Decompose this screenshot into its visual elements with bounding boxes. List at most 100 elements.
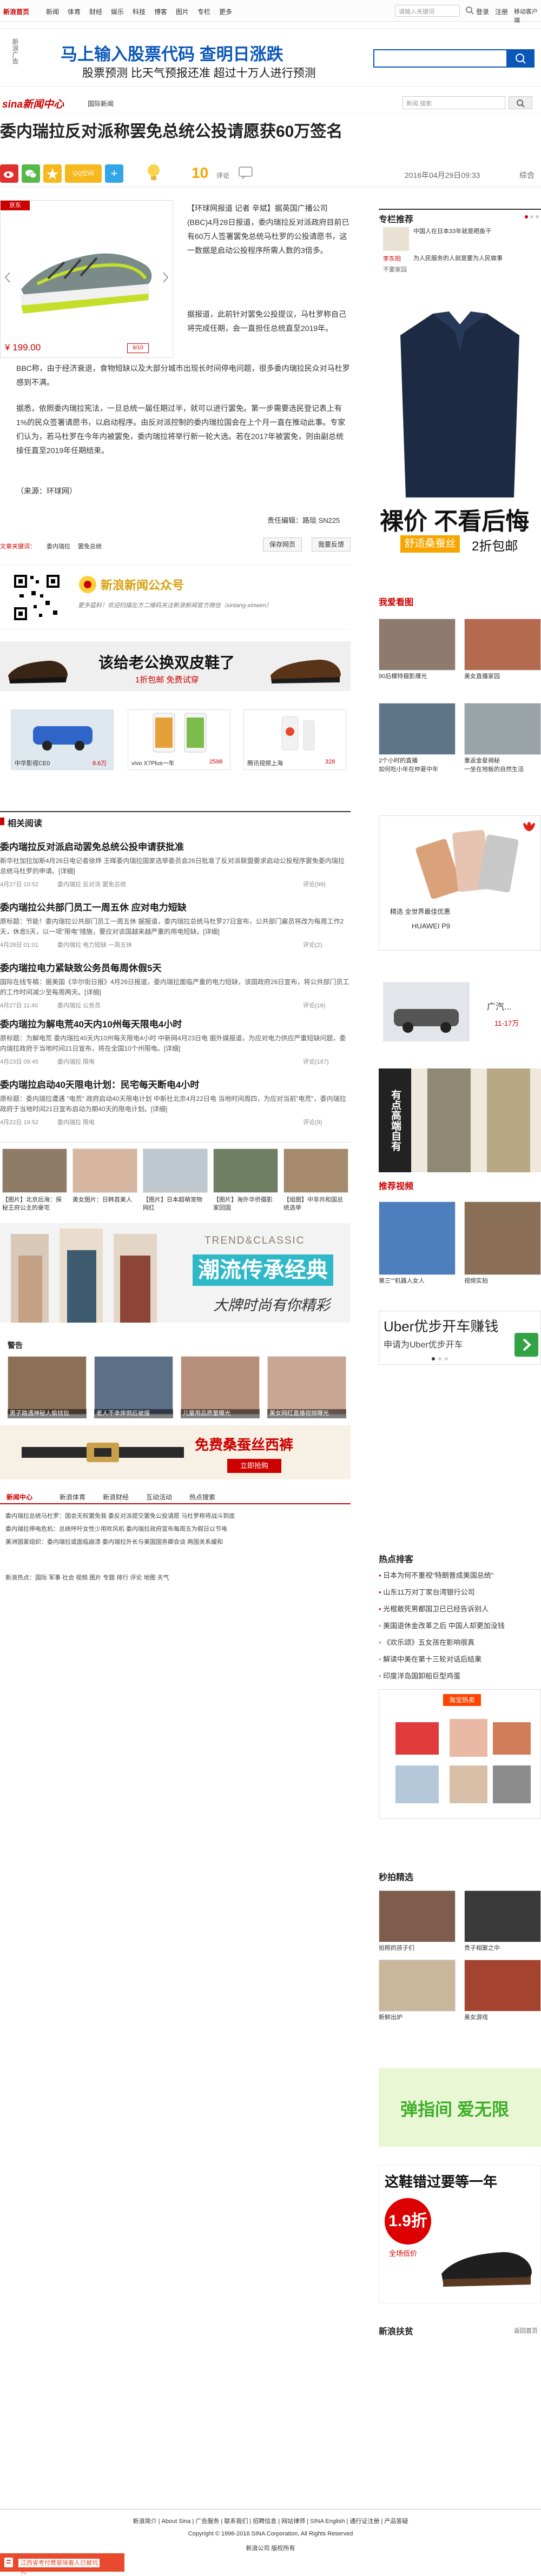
breadcrumb[interactable]: 国际新闻	[88, 99, 114, 108]
car-ad[interactable]: 广汽... 11-17万	[379, 978, 541, 1048]
uber-ad[interactable]: Uber优步开车赚钱 申请为Uber优步开车	[379, 1311, 541, 1365]
footer-link-line[interactable]: 委内瑞拉总统马杜罗：国会无权罢免我 委反对派提交罢免公投请愿 马杜罗称将战斗到底	[5, 1511, 346, 1522]
related-comments[interactable]: 评论(9)	[303, 1118, 322, 1126]
keyword-link[interactable]: 罢免总统	[78, 542, 102, 550]
login-link[interactable]: 登录	[476, 7, 489, 16]
hot-item[interactable]: • 美国退休金改革之后 中国人却更加没钱	[379, 1617, 541, 1634]
hot-item[interactable]: • 解读中美在第十三轮对话后结果	[379, 1651, 541, 1668]
photo-thumb[interactable]	[2, 1148, 67, 1193]
watch-thumb[interactable]	[464, 703, 541, 755]
nav-item-more[interactable]: 更多	[219, 7, 232, 16]
leather-shoes-ad[interactable]: 该给老公换双皮鞋了 1折包邮 免费试穿	[0, 641, 351, 691]
columnist-name[interactable]: 李东阳	[383, 254, 401, 263]
watch-thumb[interactable]	[379, 619, 456, 670]
sina-news-logo[interactable]: sina新闻中心	[2, 96, 64, 111]
photo-thumb[interactable]	[213, 1148, 278, 1193]
wechat-share-icon[interactable]	[22, 164, 40, 183]
keyword-link[interactable]: 委内瑞拉	[47, 542, 70, 550]
nav-item-news[interactable]: 新闻	[46, 7, 59, 16]
hot-item[interactable]: • 《欢乐颂》五女孩在影响很真	[379, 1634, 541, 1651]
footer-tab[interactable]: 新浪财经	[103, 1492, 129, 1502]
ad-tile-car[interactable]: 中华影视CE0 8.6万	[11, 709, 114, 770]
second-caption[interactable]: 拍照的孩子们	[379, 1944, 456, 1953]
save-page-button[interactable]: 保存网页	[263, 537, 302, 552]
second-thumb[interactable]	[464, 1960, 541, 2011]
related-comments[interactable]: 评论(2)	[303, 940, 322, 949]
warning-thumb[interactable]	[181, 1356, 260, 1415]
warning-caption[interactable]: 男子路遇神秘人偷钱包	[8, 1409, 87, 1418]
related-tags[interactable]: 委内瑞拉 限电	[57, 1057, 95, 1066]
watch-caption[interactable]: 美女直播家园	[464, 673, 541, 681]
footer-tab[interactable]: 互动活动	[146, 1492, 172, 1502]
qzone-share-icon[interactable]	[43, 164, 62, 183]
related-item[interactable]: 委内瑞拉启动40天限电计划：民宅每天断电4小时 原标题：委内瑞拉遭遇 "电荒" …	[0, 1077, 351, 1126]
second-thumb[interactable]	[379, 1890, 456, 1942]
watch-caption[interactable]: 重返金星揭秘	[464, 757, 541, 765]
news-search-input[interactable]: 新闻 搜索	[403, 96, 505, 109]
video-thumb[interactable]	[464, 1201, 541, 1275]
related-title[interactable]: 委内瑞拉为解电荒40天内10州每天限电4小时	[0, 1017, 351, 1030]
columnist-name[interactable]: 不要家园	[383, 265, 407, 274]
related-comments[interactable]: 评论(99)	[303, 880, 326, 888]
search-icon[interactable]	[465, 6, 474, 15]
xinlang-more-link[interactable]: 返回首页	[514, 2326, 538, 2335]
carousel-dots[interactable]	[431, 1357, 453, 1361]
photo-caption[interactable]: 【图片】海外华侨摄影家回国	[213, 1196, 278, 1212]
related-comments[interactable]: 评论(167)	[303, 1057, 329, 1066]
photo-thumb[interactable]	[143, 1148, 208, 1193]
fashion-ad[interactable]: TREND&CLASSIC 潮流传承经典 大牌时尚有你精彩	[0, 1223, 351, 1323]
hot-item[interactable]: • 山东11万对丁家台湾银行公司	[379, 1584, 541, 1601]
warning-caption[interactable]: 儿童用品质量曝光	[181, 1409, 260, 1418]
pants-ad[interactable]: 有点高端自有	[379, 1068, 541, 1172]
nav-item-tech[interactable]: 科技	[133, 7, 146, 16]
watch-thumb[interactable]	[379, 703, 456, 755]
footer-tab[interactable]: 新闻中心	[6, 1492, 32, 1502]
nav-item-blog[interactable]: 博客	[154, 7, 167, 16]
related-tags[interactable]: 委内瑞拉 电力短缺 一周五休	[57, 940, 132, 949]
buy-now-button[interactable]: 立即抢购	[227, 1459, 281, 1473]
columnist-avatar[interactable]	[383, 227, 409, 251]
footer-link-line[interactable]: 委内瑞拉停电危机：总统呼吁女性少用吹风机 委内瑞拉政府宣布每周五为假日以节电	[5, 1524, 346, 1535]
warning-thumb[interactable]	[267, 1356, 346, 1415]
footer-link-line[interactable]: 新浪热点：国际 军事 社会 视频 图片 专题 排行 评论 地图 天气	[5, 1572, 346, 1583]
comment-count[interactable]: 10	[192, 164, 208, 182]
hot-item[interactable]: • 日本为何不重视"特朗普成美国总统"	[379, 1567, 541, 1584]
related-title[interactable]: 委内瑞拉启动40天限电计划：民宅每天断电4小时	[0, 1077, 351, 1091]
related-comments[interactable]: 评论(16)	[303, 1001, 326, 1010]
related-item[interactable]: 委内瑞拉反对派启动罢免总统公投申请获批准 新华社加拉加斯4月26日电记者徐烨 王…	[0, 839, 351, 888]
footer-tab[interactable]: 热点搜索	[189, 1492, 215, 1502]
shoes-sale-ad[interactable]: 这鞋错过要等一年 1.9折 全场低价	[379, 2165, 541, 2303]
mobile-client-link[interactable]: 移动客户端	[514, 7, 541, 24]
game-ad[interactable]: 弹指间 爱无限	[379, 2068, 541, 2147]
second-thumb[interactable]	[464, 1890, 541, 1942]
ad-tile-product[interactable]: 腾讯视频上海 328	[243, 709, 346, 770]
video-thumb[interactable]	[379, 1201, 456, 1275]
nav-item-sports[interactable]: 体育	[68, 7, 81, 16]
register-link[interactable]: 注册	[495, 7, 508, 16]
banner-query-button[interactable]	[507, 49, 535, 68]
nav-item-ent[interactable]: 娱乐	[111, 7, 124, 16]
photo-thumb[interactable]	[283, 1148, 348, 1193]
prev-arrow-icon[interactable]	[4, 271, 11, 284]
photo-caption[interactable]: 【图片】北京后海：探秘王府公主的豪宅	[2, 1196, 67, 1212]
watch-caption[interactable]: 一坐在地板的自然生活	[464, 766, 541, 774]
second-caption[interactable]: 美女游戏	[464, 2014, 541, 2022]
footer-links[interactable]: 新浪简介 | About Sina | 广告服务 | 联系我们 | 招聘信息 |…	[0, 2517, 541, 2525]
shirt-ad[interactable]: 裸价 不看后悔 舒适桑蚕丝 2折包邮	[379, 292, 541, 562]
hot-item[interactable]: • 印度洋岛国卸船巨型鸡蛋	[379, 1668, 541, 1684]
related-title[interactable]: 委内瑞拉反对派启动罢免总统公投申请获批准	[0, 839, 351, 853]
related-title[interactable]: 委内瑞拉公共部门员工一周五休 应对电力短缺	[0, 900, 351, 913]
photo-caption[interactable]: 【组图】中非共和国总统选举	[283, 1196, 348, 1212]
bottom-fixed-bar[interactable]: 江西省考付费意味着人已被坑死	[0, 2553, 124, 2575]
nav-item-column[interactable]: 专栏	[197, 7, 210, 16]
next-arrow-icon[interactable]	[162, 271, 169, 284]
huawei-ad[interactable]: 精选 全世界最佳优惠 HUAWEI P9	[379, 815, 541, 951]
related-item[interactable]: 委内瑞拉公共部门员工一周五休 应对电力短缺 原标题：节能！委内瑞拉公共部门员工一…	[0, 900, 351, 949]
ad-tile-phone[interactable]: vivo X7Plus一年 2598	[128, 709, 230, 770]
video-caption[interactable]: 第三""机器人女人	[379, 1277, 456, 1285]
video-caption[interactable]: 视频实拍	[464, 1277, 541, 1285]
qzone-share-button[interactable]: QQ空间	[65, 164, 102, 183]
related-tags[interactable]: 委内瑞拉 反对派 罢免总统	[57, 880, 126, 888]
carousel-dots[interactable]	[524, 214, 540, 220]
more-share-button[interactable]: +	[105, 164, 123, 183]
